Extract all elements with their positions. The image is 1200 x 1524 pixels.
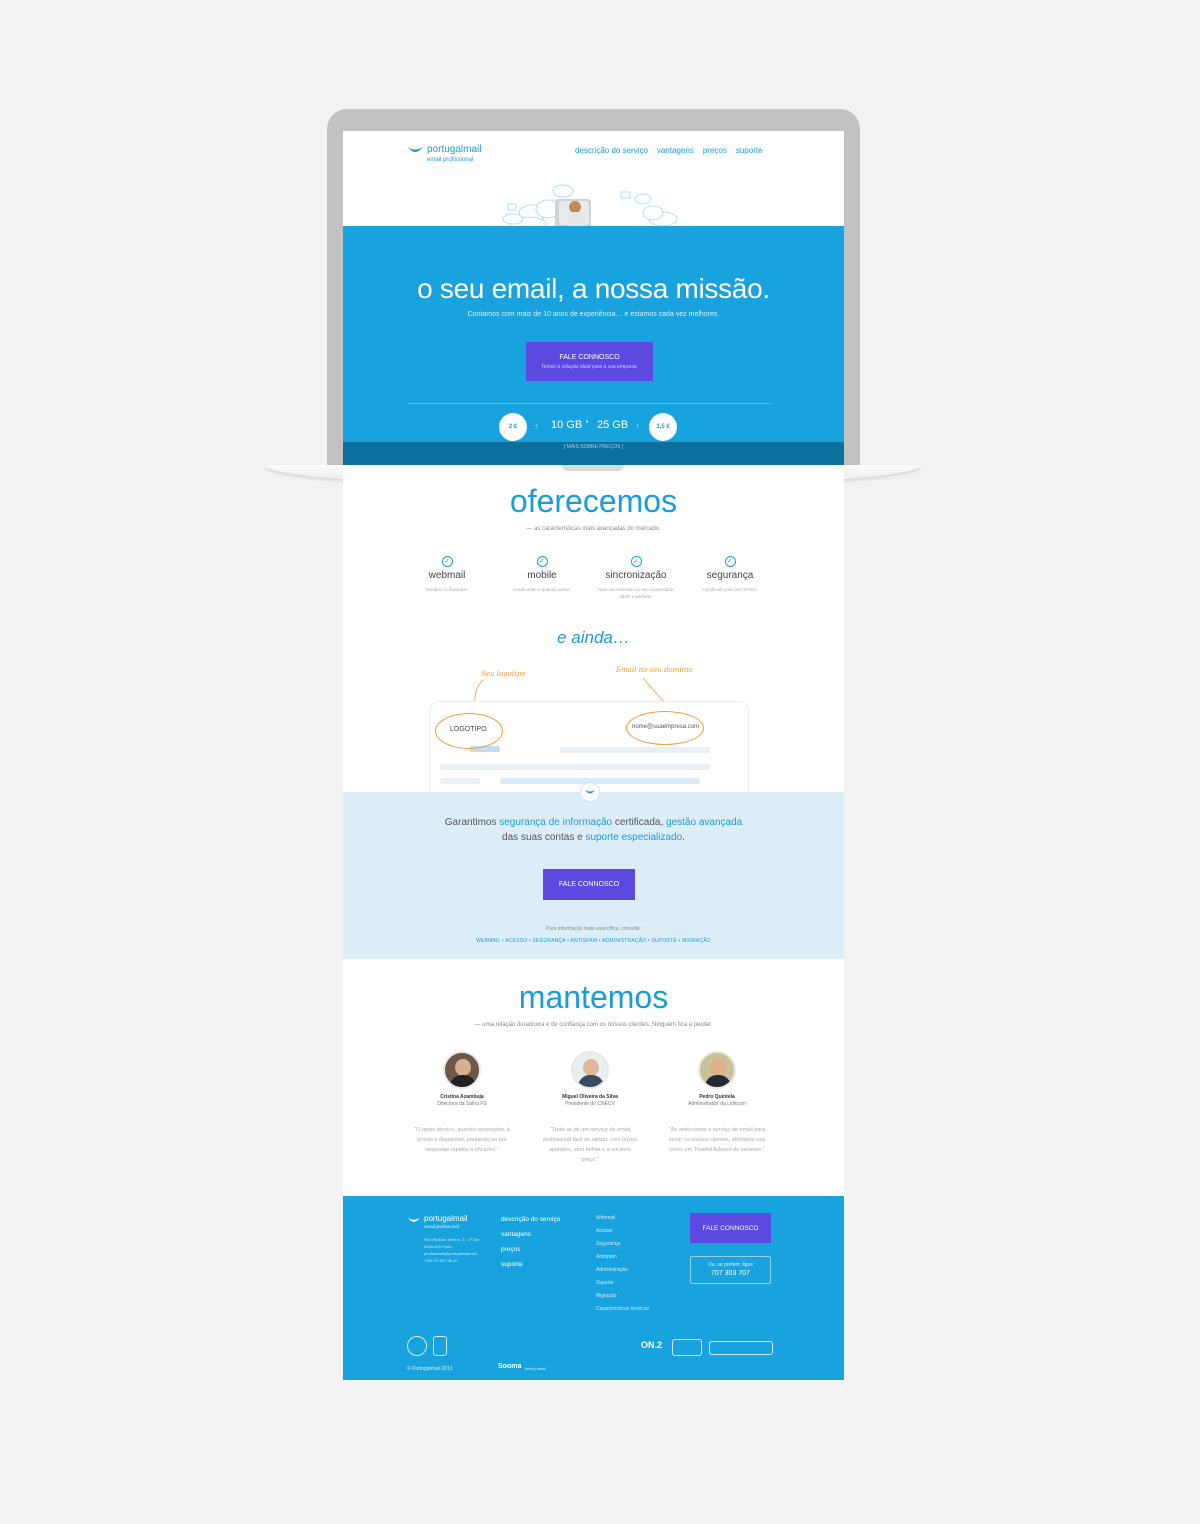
- more-prices-link[interactable]: [ MAIS SOBRE PREÇOS ]: [343, 444, 844, 450]
- nav-descricao[interactable]: descrição do serviço: [575, 146, 648, 155]
- hero-divider: [407, 403, 771, 404]
- on2-logo: ON.2: [641, 1340, 663, 1350]
- hero-cta-label: FALE CONNOSCO: [559, 353, 620, 361]
- phone-label: Ou, se preferir, ligue: [707, 1262, 754, 1268]
- check-icon: ✓: [630, 556, 642, 567]
- footer-links: Webmail Acesso Segurança Antispam Admini…: [596, 1215, 650, 1312]
- footer-brand-tagline: email profissional: [424, 1224, 459, 1229]
- partner-tag: loving email: [525, 1366, 547, 1371]
- avatar: [698, 1051, 736, 1089]
- quality-seal-icon: [433, 1336, 447, 1356]
- band-info: Para informação mais específica, consult…: [545, 926, 642, 932]
- avatar: [571, 1051, 609, 1089]
- nav-suporte[interactable]: suporte: [736, 146, 763, 155]
- size-high: 25 GB: [597, 419, 629, 431]
- band-topic-links[interactable]: WEBMAIL • ACESSO • SEGURANÇA • ANTISPAM …: [343, 938, 844, 944]
- feature-mobile: ✓ mobile Aceda onde e quando quiser.: [512, 556, 572, 592]
- more-title: e ainda…: [557, 628, 630, 647]
- main-nav: descrição do serviço vantagens preços su…: [575, 146, 763, 155]
- hero-cta-sub: Temos a solução ideal para a sua empresa…: [541, 363, 638, 370]
- testimonial-1: Cristina Azambuja Directora da Safira FS…: [392, 1051, 532, 1155]
- eu-flag-logo-icon: [709, 1341, 773, 1355]
- check-icon: ✓: [724, 556, 736, 567]
- phone-number: 707 303 707: [711, 1270, 750, 1277]
- note-domain: Email no seu domínio: [616, 666, 693, 674]
- price-arrow-right-icon[interactable]: ›: [636, 420, 639, 430]
- feature-webmail: ✓ webmail Moderno e funcional.: [425, 556, 469, 592]
- size-separator: •: [586, 419, 589, 426]
- keep-title: mantemos: [518, 979, 669, 1015]
- testimonial-3: Pedro Quintela Administrador da Linkcom …: [647, 1051, 787, 1155]
- avatar: [443, 1051, 481, 1089]
- note-logotipo: Seu logotipo: [481, 670, 526, 678]
- footer-phone-box[interactable]: Ou, se preferir, ligue 707 303 707: [690, 1256, 771, 1284]
- copyright: © Portugalmail 2013: [407, 1366, 453, 1372]
- divider-logo-badge: [580, 782, 600, 802]
- hero-contact-button[interactable]: FALE CONNOSCO Temos a solução ideal para…: [526, 342, 653, 381]
- feature-sincronizacao: ✓ sincronização Tudo sincronizado no seu…: [597, 556, 675, 599]
- laptop-notch: [562, 465, 624, 471]
- feature-seguranca: ✓ segurança Certificado pela ISO 27001.: [702, 556, 758, 592]
- portugalmail-logo-icon: [408, 1217, 420, 1222]
- website-screen: portugalmail email profissional descriçã…: [343, 131, 844, 1380]
- price-arrow-left-icon[interactable]: ‹: [535, 420, 538, 430]
- portugalmail-logo-icon: [585, 790, 595, 794]
- footer-nav: descrição do serviço vantagens preços su…: [501, 1216, 561, 1268]
- band-contact-button[interactable]: FALE CONNOSCO: [543, 869, 635, 900]
- check-icon: ✓: [536, 556, 548, 567]
- price-low-badge[interactable]: 2 €: [499, 413, 527, 441]
- partner-logo: Sooma: [498, 1363, 522, 1370]
- size-low: 10 GB: [551, 419, 583, 431]
- footer-address: Rua Ricardo Severo, 3 - 1º Dto 4050-515 P…: [424, 1237, 480, 1263]
- hero-subtitle: Contamos com mais de 10 anos de experiên…: [467, 311, 720, 318]
- footer-brand-name[interactable]: portugalmail: [424, 1214, 468, 1223]
- footer-contact-button[interactable]: FALE CONNOSCO: [690, 1213, 771, 1243]
- mock-logotipo: LOGOTIPO: [450, 726, 487, 733]
- hero-headline: o seu email, a nossa missão.: [417, 273, 770, 304]
- keep-subtitle: — uma relação duradoura e de confiança c…: [474, 1022, 713, 1028]
- footer: portugalmail email profissional Rua Rica…: [343, 1196, 844, 1380]
- check-icon: ✓: [441, 556, 453, 567]
- brand-name[interactable]: portugalmail: [427, 144, 481, 155]
- brand-tagline: email profissional: [427, 157, 474, 163]
- hero-section: o seu email, a nossa missão. Contamos co…: [343, 226, 844, 442]
- certification-badge-icon: [407, 1336, 427, 1356]
- mock-email: nome@suaempresa.com: [632, 724, 700, 730]
- nav-precos[interactable]: preços: [703, 146, 727, 155]
- portugalmail-logo-icon: [408, 147, 423, 152]
- qren-logo-icon: [672, 1339, 702, 1356]
- guarantee-band: Garantimos segurança de informação certi…: [343, 792, 844, 959]
- nav-vantagens[interactable]: vantagens: [657, 146, 694, 155]
- price-high-badge[interactable]: 3,5 €: [649, 413, 677, 441]
- testimonial-2: Miguel Oliveira da Silva Presidente do C…: [520, 1051, 660, 1165]
- guarantee-text: Garantimos segurança de informação certi…: [444, 817, 743, 843]
- offer-subtitle: — as características mais avançadas do m…: [526, 526, 661, 532]
- offer-title: oferecemos: [509, 483, 678, 519]
